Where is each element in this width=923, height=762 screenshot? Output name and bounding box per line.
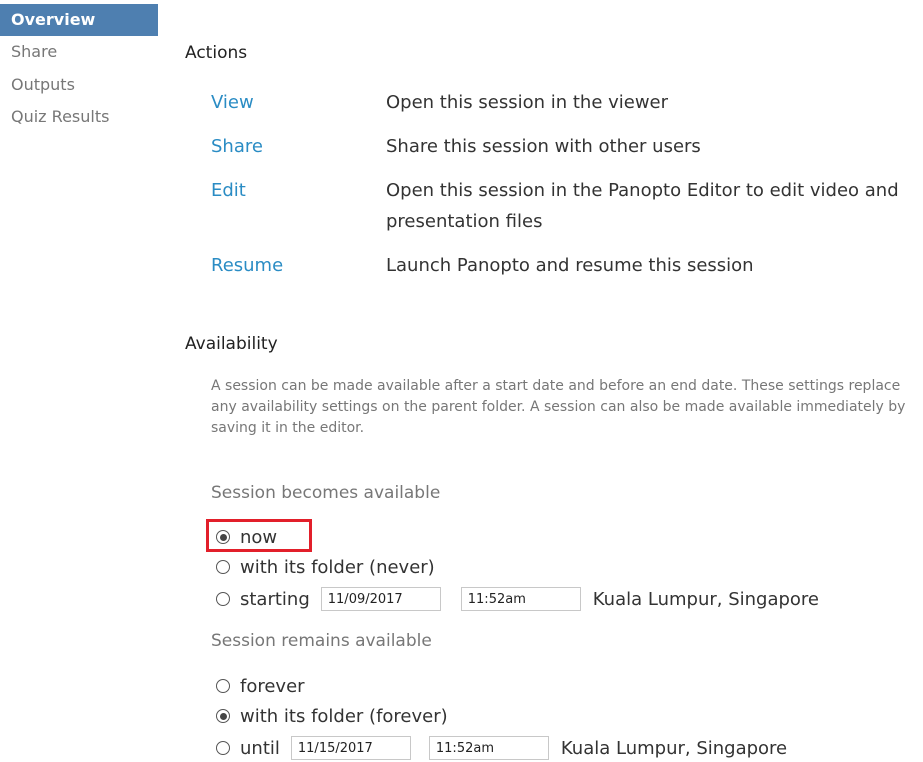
end-timezone: Kuala Lumpur, Singapore: [560, 737, 788, 759]
end-date-input[interactable]: [290, 736, 411, 760]
becomes-available-label: Session becomes available: [211, 483, 441, 503]
remains-available-label: Session remains available: [211, 631, 432, 651]
view-link[interactable]: View: [211, 92, 254, 113]
availability-heading: Availability: [185, 334, 278, 354]
edit-description: Open this session in the Panopto Editor …: [386, 180, 899, 232]
radio-button-selected[interactable]: [216, 709, 230, 723]
actions-heading: Actions: [185, 43, 248, 63]
radio-button[interactable]: [216, 679, 230, 693]
sidebar-item-share[interactable]: Share: [0, 36, 158, 68]
remains-forever-label: forever: [240, 675, 305, 697]
start-timezone: Kuala Lumpur, Singapore: [592, 588, 820, 610]
sidebar-item-quiz-results[interactable]: Quiz Results: [0, 101, 158, 133]
remains-until-option[interactable]: until Kuala Lumpur, Singapore: [216, 736, 787, 760]
share-description: Share this session with other users: [386, 136, 701, 157]
radio-button[interactable]: [216, 560, 230, 574]
remains-until-label: until: [240, 737, 280, 759]
share-link[interactable]: Share: [211, 136, 263, 157]
sidebar-item-overview[interactable]: Overview: [0, 4, 158, 36]
edit-link[interactable]: Edit: [211, 180, 246, 201]
radio-button[interactable]: [216, 741, 230, 755]
remains-forever-option[interactable]: forever: [216, 674, 305, 698]
remains-with-folder-label: with its folder (forever): [240, 705, 448, 727]
session-settings-page: Overview Share Outputs Quiz Results Acti…: [0, 0, 923, 762]
becomes-with-folder-option[interactable]: with its folder (never): [216, 555, 435, 579]
end-time-input[interactable]: [428, 736, 549, 760]
becomes-with-folder-label: with its folder (never): [240, 556, 435, 578]
becomes-starting-option[interactable]: starting Kuala Lumpur, Singapore: [216, 587, 819, 611]
resume-description: Launch Panopto and resume this session: [386, 255, 754, 276]
view-description: Open this session in the viewer: [386, 92, 669, 113]
start-date-input[interactable]: [320, 587, 441, 611]
remains-with-folder-option[interactable]: with its folder (forever): [216, 704, 448, 728]
sidebar-item-outputs[interactable]: Outputs: [0, 69, 158, 101]
availability-help-text: A session can be made available after a …: [211, 378, 906, 436]
start-time-input[interactable]: [460, 587, 581, 611]
becomes-now-label: now: [240, 526, 278, 548]
resume-link[interactable]: Resume: [211, 255, 283, 276]
becomes-now-option[interactable]: now: [216, 525, 277, 549]
radio-button[interactable]: [216, 592, 230, 606]
becomes-starting-label: starting: [240, 588, 310, 610]
radio-button-selected[interactable]: [216, 530, 230, 544]
